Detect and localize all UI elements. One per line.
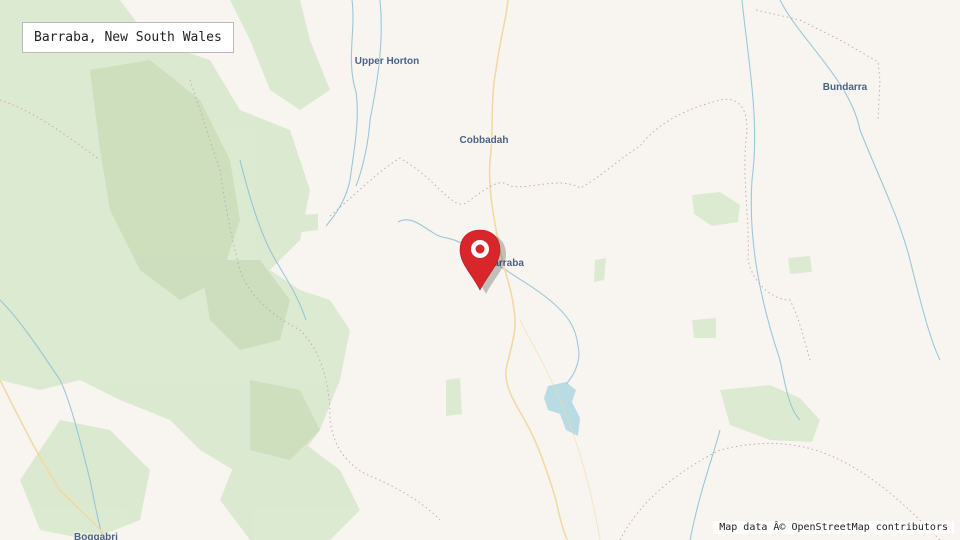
map-pin-dot xyxy=(475,244,485,254)
forest-area-north xyxy=(230,0,330,110)
forest-area-southwest xyxy=(20,420,150,540)
map-attribution[interactable]: Map data Â© OpenStreetMap contributors xyxy=(713,521,954,534)
map-pin-body xyxy=(459,229,501,291)
place-label-upper-horton[interactable]: Upper Horton xyxy=(355,56,419,67)
place-label-cobbadah[interactable]: Cobbadah xyxy=(460,135,509,146)
lake xyxy=(544,382,580,436)
map-view[interactable]: Upper Horton Cobbadah Bundarra Barraba B… xyxy=(0,0,960,540)
location-title: Barraba, New South Wales xyxy=(22,22,234,53)
forest-patch-1 xyxy=(692,192,740,226)
forest-patch-2 xyxy=(720,385,820,442)
map-pin-icon[interactable] xyxy=(456,228,508,298)
place-label-bundarra[interactable]: Bundarra xyxy=(823,82,867,93)
place-label-boggabri[interactable]: Boggabri xyxy=(74,532,118,540)
forest-patch-5 xyxy=(594,258,606,282)
forest-patch-4 xyxy=(692,318,716,338)
forest-patch-6 xyxy=(446,378,462,416)
forest-patch-3 xyxy=(788,256,812,274)
forest-patch-7 xyxy=(300,214,318,232)
